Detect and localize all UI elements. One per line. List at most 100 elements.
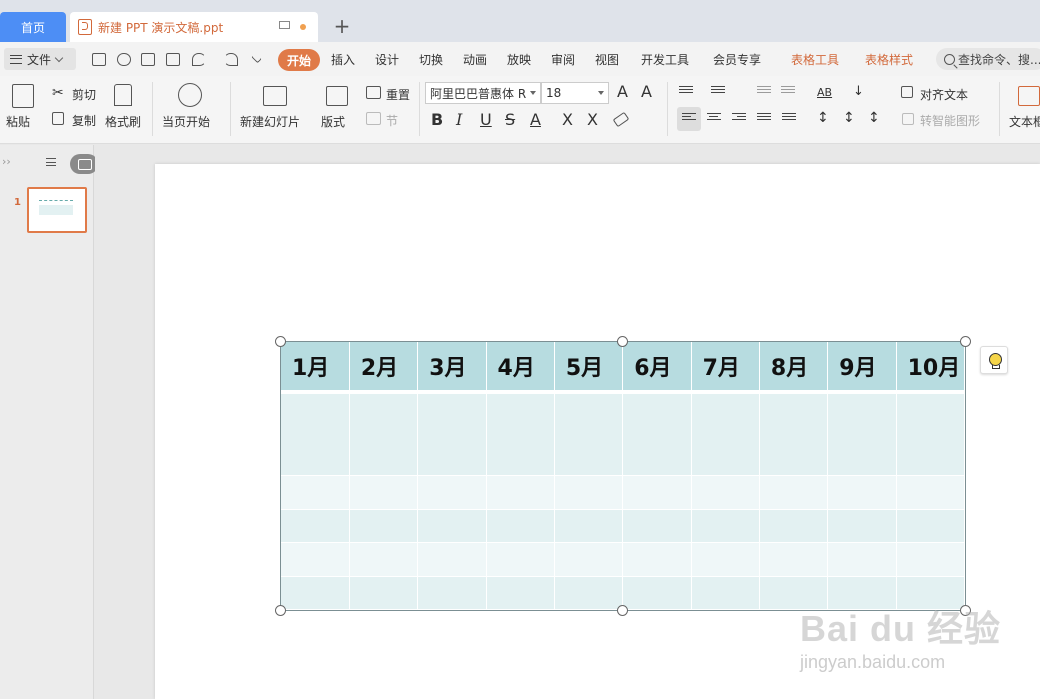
collapse-panel-icon[interactable]: ›› [2,155,11,168]
table-cell[interactable] [349,392,419,477]
subscript-icon[interactable]: X [587,110,598,129]
redo-icon[interactable] [224,53,238,66]
spacing-options-icon[interactable]: ↕ [868,110,880,126]
header-cell[interactable]: 2月 [349,342,419,394]
bold-icon[interactable]: B [431,110,443,129]
align-right-icon[interactable] [732,113,746,125]
align-center-icon[interactable] [707,113,721,125]
monitor-icon[interactable] [279,21,290,29]
table-cell[interactable] [486,475,555,510]
table-cell[interactable] [691,576,760,610]
table-cell[interactable] [349,475,419,510]
increase-indent-icon[interactable] [781,86,795,98]
tab-animation[interactable]: 动画 [463,51,487,68]
table-cell[interactable] [691,475,760,510]
tab-developer[interactable]: 开发工具 [641,51,689,68]
tab-home[interactable]: 首页 [0,12,66,42]
table-cell[interactable] [622,509,692,544]
decrease-indent-icon[interactable] [757,86,771,98]
header-cell[interactable]: 1月 [281,342,350,394]
tab-table-tools[interactable]: 表格工具 [791,51,839,68]
play-from-current-button[interactable]: 当页开始 [162,113,210,130]
print-icon[interactable] [141,53,155,66]
copy-button[interactable]: 复制 [72,112,96,129]
table-cell[interactable] [554,475,624,510]
table-cell[interactable] [759,542,829,577]
undo-icon[interactable] [192,53,206,66]
header-cell[interactable]: 4月 [486,342,555,394]
numbered-list-icon[interactable] [711,86,725,98]
table-cell[interactable] [827,542,897,577]
textbox-button[interactable]: 文本框 [1009,113,1040,130]
table-cell[interactable] [417,542,487,577]
new-slide-icon[interactable] [263,86,287,106]
sort-icon[interactable]: ↓ [853,84,864,99]
new-slide-button[interactable]: 新建幻灯片 [240,113,300,130]
table-cell[interactable] [281,542,350,577]
table-cell[interactable] [281,475,350,510]
table-cell[interactable] [759,509,829,544]
table-cell[interactable] [759,475,829,510]
header-cell[interactable]: 5月 [554,342,624,394]
line-spacing-icon[interactable]: ↕ [817,110,829,126]
resize-handle-bottom[interactable] [617,605,628,616]
font-color-icon[interactable]: A [530,110,541,129]
paragraph-spacing-icon[interactable]: ↕ [843,110,855,126]
strikethrough-icon[interactable]: S [505,110,515,129]
header-cell[interactable]: 9月 [827,342,897,394]
table-cell[interactable] [554,576,624,610]
outline-view-icon[interactable] [42,158,56,170]
table[interactable]: 1月 2月 3月 4月 5月 6月 7月 8月 9月 10月 [280,341,966,611]
align-left-icon[interactable] [682,113,696,125]
align-text-button[interactable]: 对齐文本 [920,86,968,103]
table-cell[interactable] [554,542,624,577]
table-cell[interactable] [827,392,897,477]
table-cell[interactable] [827,509,897,544]
cut-button[interactable]: 剪切 [72,86,96,103]
table-cell[interactable] [486,542,555,577]
export-icon[interactable] [117,53,131,66]
increase-font-icon[interactable]: A [617,82,628,101]
table-cell[interactable] [349,509,419,544]
table-cell[interactable] [554,509,624,544]
header-cell[interactable]: 6月 [622,342,692,394]
table-cell[interactable] [896,509,966,544]
distribute-icon[interactable] [782,113,796,125]
table-cell[interactable] [417,576,487,610]
paste-icon[interactable] [12,84,34,108]
tab-slideshow[interactable]: 放映 [507,51,531,68]
tab-design[interactable]: 设计 [375,51,399,68]
table-cell[interactable] [759,392,829,477]
reset-button[interactable]: 重置 [386,86,410,103]
file-menu-button[interactable]: 文件 [4,48,76,70]
resize-handle-top-right[interactable] [960,336,971,347]
command-search[interactable]: 查找命令、搜... [936,48,1040,70]
table-cell[interactable] [281,509,350,544]
table-cell[interactable] [622,576,692,610]
save-icon[interactable] [92,53,106,66]
table-cell[interactable] [896,542,966,577]
table-cell[interactable] [486,576,555,610]
section-button[interactable]: 节 [386,112,398,129]
font-name-select[interactable]: 阿里巴巴普惠体 R [425,82,541,104]
tab-view[interactable]: 视图 [595,51,619,68]
lightbulb-icon[interactable] [980,346,1008,374]
table-cell[interactable] [554,392,624,477]
justify-icon[interactable] [757,113,771,125]
slide-thumbnail[interactable] [27,187,87,233]
font-size-select[interactable]: 18 [541,82,609,104]
thumbnail-view-toggle[interactable] [70,154,98,174]
table-cell[interactable] [827,475,897,510]
table-cell[interactable] [349,542,419,577]
underline-icon[interactable]: U [480,110,492,129]
textbox-icon[interactable] [1018,86,1040,106]
new-tab-button[interactable]: + [330,12,354,40]
tab-table-style[interactable]: 表格样式 [865,51,913,68]
layout-icon[interactable] [326,86,348,106]
layout-button[interactable]: 版式 [321,113,345,130]
table-cell[interactable] [691,542,760,577]
tab-member[interactable]: 会员专享 [713,51,761,68]
text-direction-icon[interactable]: AB [817,86,832,99]
bullet-list-icon[interactable] [679,86,693,98]
decrease-font-icon[interactable]: A [641,82,652,101]
